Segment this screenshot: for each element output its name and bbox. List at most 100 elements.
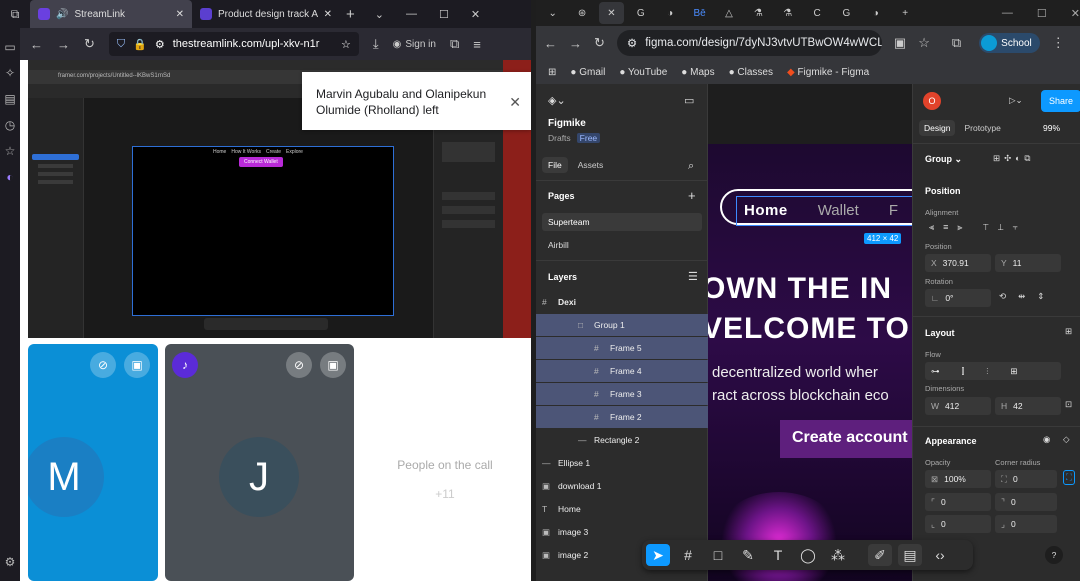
forward-icon[interactable]: → — [569, 36, 582, 51]
share-button[interactable]: Share — [1041, 90, 1080, 112]
corner-radius-field[interactable]: ⛶ 0 — [995, 470, 1057, 488]
layer-item[interactable]: # Frame 2 — [536, 406, 708, 428]
text-tool-icon[interactable]: T — [766, 544, 790, 566]
close-tab-icon[interactable]: ✕ — [176, 9, 184, 20]
opacity-field[interactable]: ⊠ 100% — [925, 470, 991, 488]
layer-item[interactable]: # Frame 4 — [536, 360, 708, 382]
design-mode-icon[interactable]: ▤ — [898, 544, 922, 566]
settings-icon[interactable]: ⚙ — [5, 555, 16, 569]
apps-icon[interactable]: ⊞ — [548, 67, 556, 78]
tab-prototype[interactable]: Prototype — [959, 120, 1005, 136]
help-icon[interactable]: ? — [1045, 546, 1063, 564]
bookmark-maps[interactable]: ● Maps — [681, 67, 714, 78]
menu-icon[interactable]: ≡ — [473, 37, 481, 52]
extension-icon[interactable]: ◐ — [6, 170, 13, 184]
layer-item[interactable]: — Rectangle 2 — [536, 429, 708, 451]
corner-tl-field[interactable]: ⌜ 0 — [925, 493, 991, 511]
minimize-icon[interactable]: — — [1002, 7, 1013, 19]
layer-item[interactable]: ▣ download 1 — [536, 475, 708, 497]
bookmark-star-icon[interactable]: ☆ — [341, 38, 351, 51]
blend-icon[interactable]: ◇ — [1063, 434, 1070, 445]
w-field[interactable]: W 412 — [925, 397, 991, 415]
menu-icon[interactable]: ⋮ — [1052, 35, 1065, 51]
independent-corners-icon[interactable]: ⛶ — [1063, 470, 1075, 485]
tab-drive-icon[interactable]: △ — [716, 2, 741, 24]
page-airbill[interactable]: Airbill — [548, 240, 569, 250]
tab-overview-icon[interactable]: ⧉ — [0, 7, 30, 22]
visibility-icon[interactable]: ◉ — [1043, 434, 1050, 445]
layer-item[interactable]: # Dexi — [536, 291, 708, 313]
tab-product-design[interactable]: Product design track Attend ✕ — [192, 0, 340, 28]
flip-icons[interactable]: ⟲⇹⇕ — [999, 291, 1056, 302]
reload-icon[interactable]: ↻ — [594, 35, 605, 51]
move-tool-icon[interactable]: ➤ — [646, 544, 670, 566]
tab-active-close-icon[interactable]: ✕ — [598, 2, 625, 24]
sidebar-toggle-icon[interactable]: ▭ — [4, 40, 15, 54]
tab-behance-icon[interactable]: Bē — [687, 2, 712, 24]
maximize-icon[interactable]: ☐ — [1037, 7, 1047, 20]
draw-mode-icon[interactable]: ✐ — [868, 544, 892, 566]
profile-chip[interactable]: School — [979, 33, 1040, 53]
tab-figma-icon[interactable]: ⊛ — [569, 2, 594, 24]
comment-tool-icon[interactable]: ◯ — [796, 544, 820, 566]
tab-search-icon[interactable]: ⌄ — [540, 2, 565, 24]
tab-file[interactable]: File — [542, 157, 568, 173]
bookmarks-icon[interactable]: ☆ — [5, 144, 16, 158]
layer-item[interactable]: # Frame 3 — [536, 383, 708, 405]
frame-tool-icon[interactable]: # — [676, 544, 700, 566]
group-actions-icon[interactable]: ⊞✣◐⧉ — [993, 153, 1034, 164]
group-selector[interactable]: Group ⌄ — [925, 154, 962, 165]
minimize-icon[interactable]: — — [406, 8, 417, 20]
pen-tool-icon[interactable]: ✎ — [736, 544, 760, 566]
add-page-icon[interactable]: + — [688, 188, 696, 203]
layer-item[interactable]: T Home — [536, 498, 708, 520]
tab-c-icon[interactable]: C — [804, 2, 829, 24]
user-avatar[interactable]: O — [923, 92, 941, 110]
corner-tr-field[interactable]: ⌝ 0 — [995, 493, 1057, 511]
history-icon[interactable]: ◷ — [5, 118, 15, 132]
right-address-bar[interactable]: ⚙ figma.com/design/7dyNJ3vtvUTBwOW4wWCLP… — [616, 30, 882, 56]
close-icon[interactable]: ✕ — [509, 94, 521, 110]
tab-list-icon[interactable]: ⌄ — [375, 8, 384, 21]
forward-icon[interactable]: → — [57, 37, 70, 52]
new-tab-icon[interactable]: + — [893, 2, 918, 24]
file-name[interactable]: Figmike — [548, 118, 586, 129]
left-address-bar[interactable]: ⛉ 🔒 ⚙ thestreamlink.com/upl-xkv-n1r ☆ — [108, 32, 359, 56]
tab-flask-icon[interactable]: ⚗ — [746, 2, 771, 24]
page-superteam[interactable]: Superteam — [542, 213, 702, 231]
extensions-icon[interactable]: ⧉ — [450, 36, 459, 52]
bookmark-classes[interactable]: ● Classes — [729, 67, 773, 78]
figma-menu-icon[interactable]: ◈⌄ — [548, 94, 566, 107]
close-window-icon[interactable]: ✕ — [1071, 7, 1080, 20]
layer-item[interactable]: # Frame 5 — [536, 337, 708, 359]
zoom-level[interactable]: 99% — [1043, 123, 1060, 133]
y-field[interactable]: Y 11 — [995, 254, 1061, 272]
tab-streamlink[interactable]: 🔊 StreamLink ✕ — [30, 0, 192, 28]
tab-google-icon[interactable]: G — [628, 2, 653, 24]
tab-google2-icon[interactable]: G — [834, 2, 859, 24]
bookmark-youtube[interactable]: ● YouTube — [619, 67, 667, 78]
present-icon[interactable]: ▷⌄ — [1009, 95, 1023, 106]
participant-tile-j[interactable]: ♪ ⊘ ▣ J — [165, 344, 354, 581]
layers-list-icon[interactable]: ☰ — [688, 270, 698, 283]
resources-icon[interactable]: ⁂ — [826, 544, 850, 566]
participant-tile-m[interactable]: ⊘ ▣ M — [28, 344, 158, 581]
new-tab-icon[interactable]: + — [346, 6, 355, 23]
back-icon[interactable]: ← — [30, 37, 43, 52]
dev-mode-icon[interactable]: ‹› — [928, 544, 952, 566]
account-button[interactable]: ◉ Sign in — [393, 39, 436, 50]
back-icon[interactable]: ← — [544, 36, 557, 51]
bookmark-gmail[interactable]: ● Gmail — [570, 67, 605, 78]
tabs-icon[interactable]: ▤ — [4, 92, 15, 106]
download-icon[interactable]: ⤓ — [373, 36, 379, 52]
figma-canvas[interactable]: Home Wallet F 412 × 42 OWN THE IN VELCOM… — [708, 84, 912, 581]
corner-br-field[interactable]: ⌟ 0 — [995, 515, 1057, 533]
tab-assets[interactable]: Assets — [572, 157, 610, 173]
constrain-icon[interactable]: ⊡ — [1065, 399, 1072, 410]
rotation-field[interactable]: ∟ 0° — [925, 289, 991, 307]
ai-icon[interactable]: ✧ — [5, 66, 15, 80]
tab-tab5-icon[interactable]: ◑ — [658, 2, 683, 24]
install-icon[interactable]: ▣ — [894, 35, 906, 51]
close-tab-icon[interactable]: ✕ — [324, 9, 332, 20]
maximize-icon[interactable]: ☐ — [439, 8, 449, 21]
